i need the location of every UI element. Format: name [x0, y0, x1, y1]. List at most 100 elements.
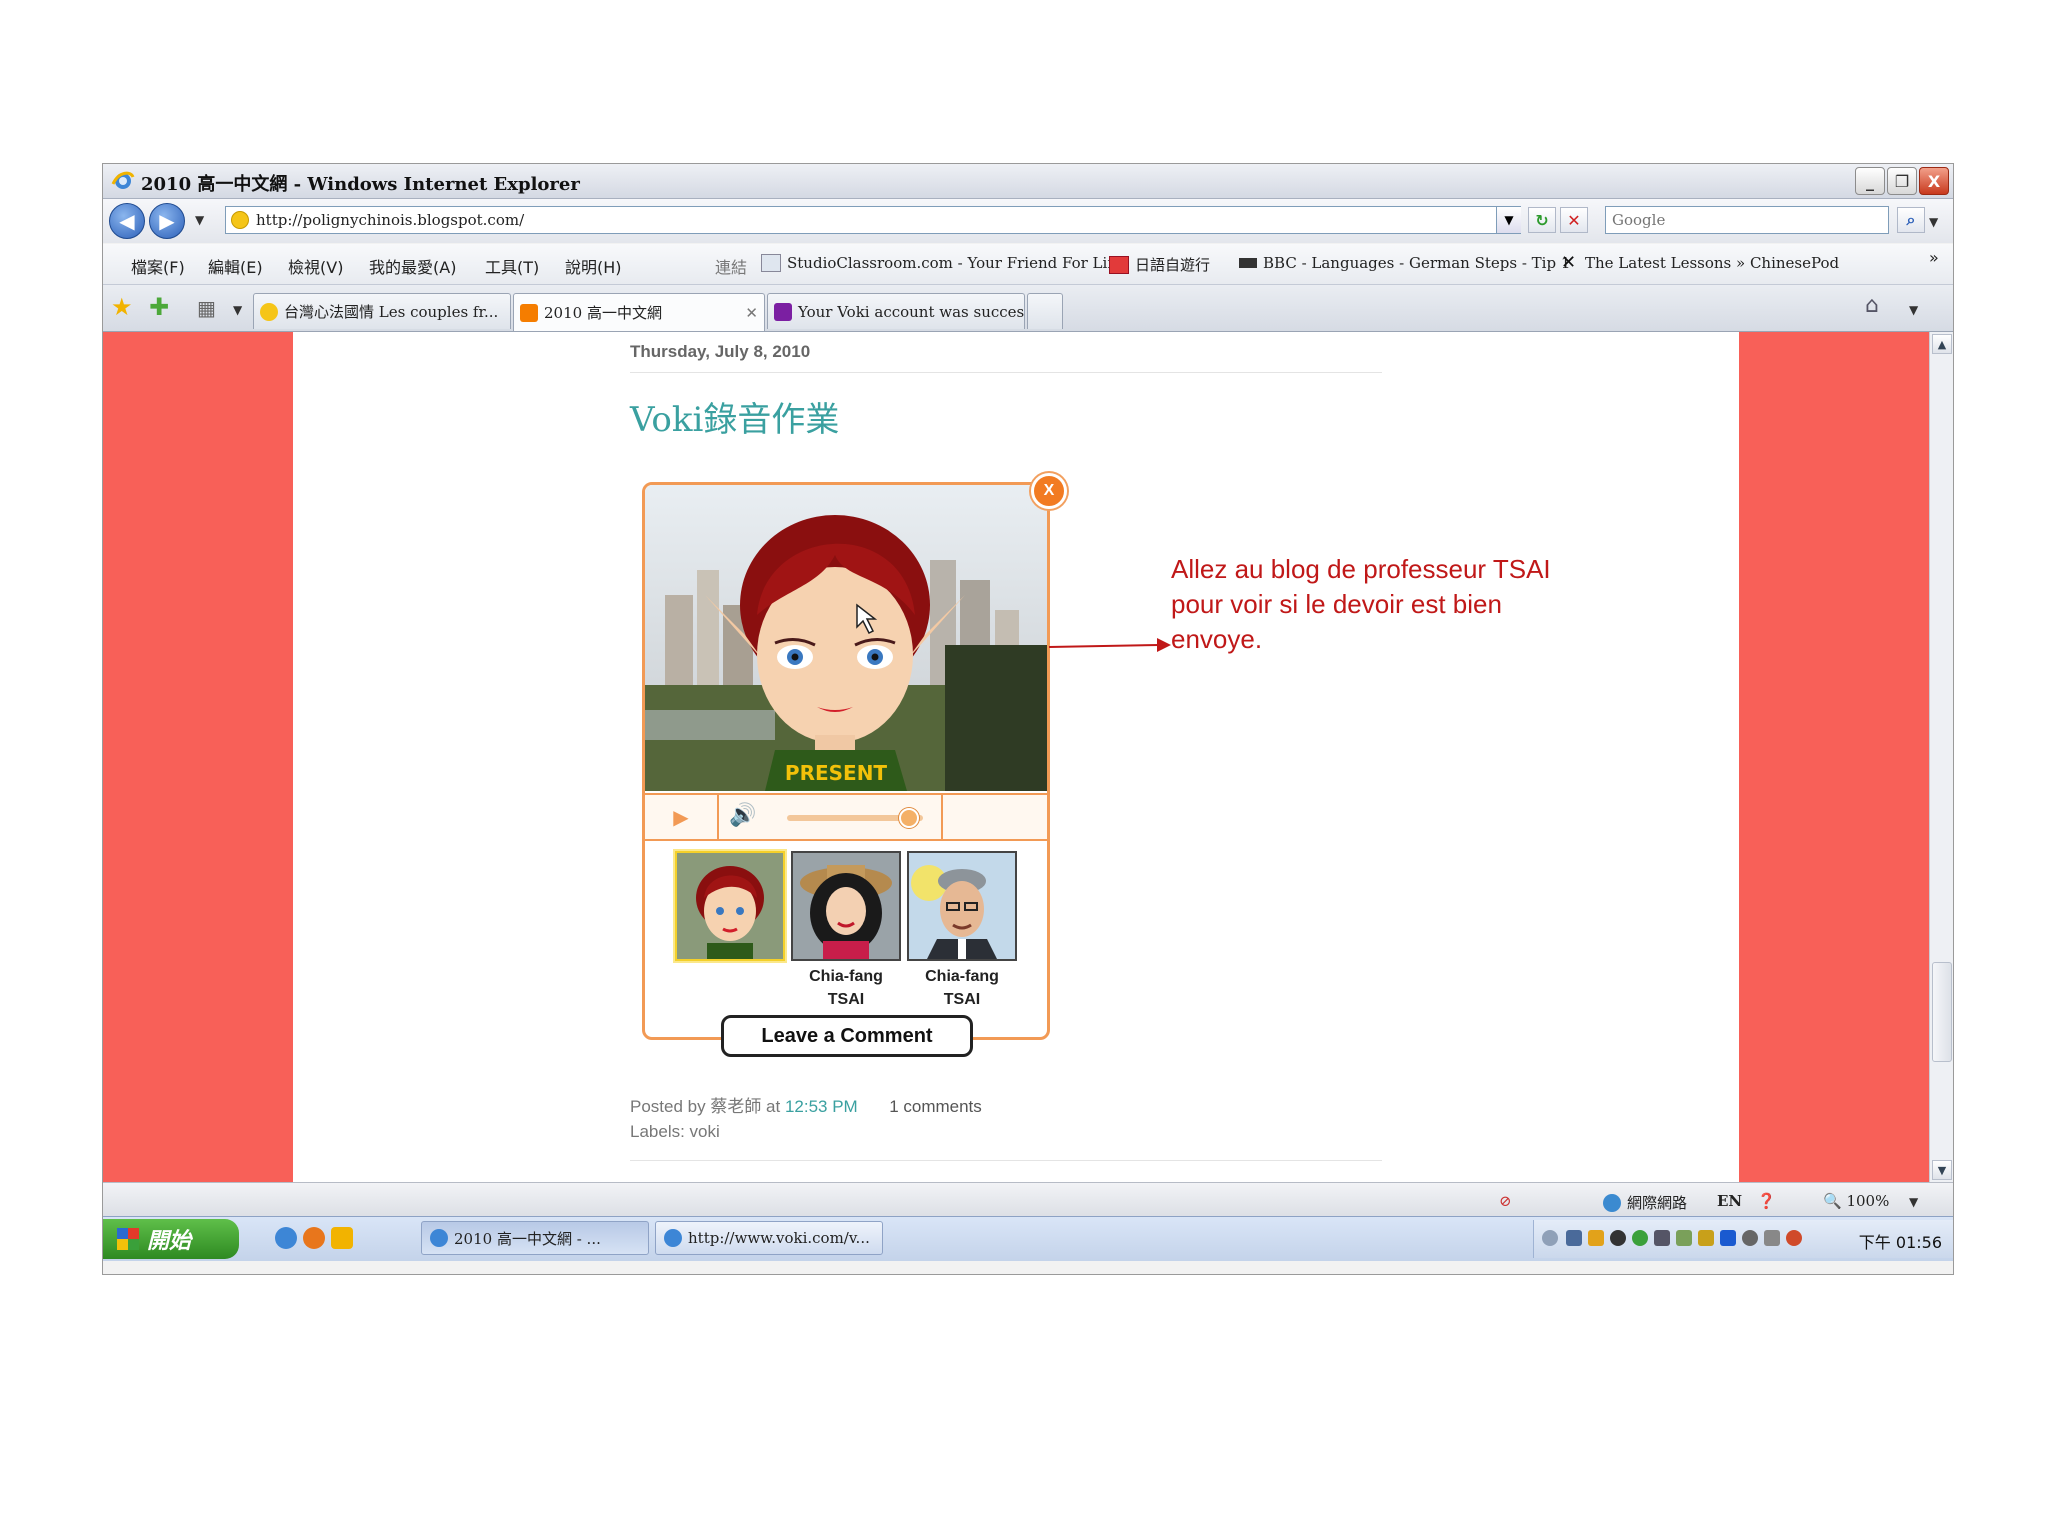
menu-file[interactable]: 檔案(F)	[131, 254, 185, 278]
link-label: BBC - Languages - German Steps - Tip 1	[1263, 254, 1571, 272]
link-studioclassroom[interactable]: StudioClassroom.com - Your Friend For Li…	[761, 254, 1122, 272]
annotation-text: Allez au blog de professeur TSAI pour vo…	[1171, 552, 1631, 657]
volume-slider-handle[interactable]	[899, 808, 920, 828]
tray-app-icon[interactable]	[1588, 1230, 1604, 1246]
close-window-button[interactable]: X	[1919, 167, 1949, 195]
annotation-line: Allez au blog de professeur TSAI	[1171, 554, 1551, 584]
tray-network-icon[interactable]	[1654, 1230, 1670, 1246]
tab-taiwan[interactable]: 台灣心法國情 Les couples fr...	[253, 293, 511, 329]
stop-icon[interactable]: ✕	[1560, 207, 1588, 233]
link-bbc[interactable]: BBC - Languages - German Steps - Tip 1	[1239, 254, 1570, 272]
clock: 下午 01:56	[1858, 1233, 1942, 1252]
thumbnail-last-name: TSAI	[943, 991, 981, 1008]
zoom-icon: 🔍	[1823, 1192, 1842, 1210]
address-field[interactable]: http://polignychinois.blogspot.com/	[225, 206, 1521, 234]
add-favorites-icon[interactable]: ✚	[149, 293, 169, 321]
bluetooth-icon[interactable]	[1720, 1230, 1736, 1246]
quick-tabs-icon[interactable]: ▦	[197, 296, 216, 320]
forward-button[interactable]: ▶	[149, 203, 185, 239]
search-input[interactable]	[1606, 207, 1888, 233]
volume-icon[interactable]: 🔊	[729, 803, 756, 828]
window-title-bar: 2010 高一中文網 - Windows Internet Explorer _…	[103, 164, 1953, 199]
tray-app-icon[interactable]	[1786, 1230, 1802, 1246]
links-label: 連結	[715, 258, 748, 277]
divider	[941, 795, 943, 839]
start-label: 開始	[147, 1229, 192, 1254]
favorites-star-icon[interactable]: ★	[111, 293, 133, 321]
language-indicator[interactable]: EN	[1717, 1192, 1742, 1210]
history-dropdown-icon[interactable]: ▼	[195, 213, 204, 227]
tray-app-icon[interactable]	[1742, 1230, 1758, 1246]
voki-avatar-scene[interactable]: PRESENT	[645, 485, 1047, 791]
restore-button[interactable]: ❐	[1887, 167, 1917, 195]
zoom-dropdown-icon[interactable]: ▼	[1909, 1195, 1918, 1209]
tray-app-icon[interactable]	[1632, 1230, 1648, 1246]
tab-list-dropdown-icon[interactable]: ▼	[233, 303, 242, 317]
tray-app-icon[interactable]	[1566, 1230, 1582, 1246]
zoom-value: 100%	[1846, 1192, 1890, 1210]
link-chinesepod[interactable]: ✕ The Latest Lessons » ChinesePod	[1561, 254, 1839, 273]
voki-thumbnail[interactable]	[675, 851, 785, 961]
menu-tools[interactable]: 工具(T)	[485, 254, 539, 278]
divider	[630, 372, 1382, 373]
post-time-link[interactable]: 12:53 PM	[785, 1097, 858, 1116]
voki-thumbnail[interactable]	[907, 851, 1017, 961]
back-button[interactable]: ◀	[109, 203, 145, 239]
internet-explorer-icon	[664, 1229, 682, 1247]
vertical-scrollbar[interactable]: ▲ ▼	[1929, 332, 1953, 1182]
firefox-icon[interactable]	[303, 1227, 325, 1249]
menu-edit[interactable]: 編輯(E)	[208, 254, 263, 278]
page-viewport: Thursday, July 8, 2010 Voki錄音作業 PRESENT …	[103, 332, 1929, 1182]
new-tab-button[interactable]	[1027, 293, 1063, 329]
thumbnail-first-name: Chia-fang	[925, 968, 999, 985]
scrollbar-thumb[interactable]	[1932, 962, 1952, 1062]
tab-voki[interactable]: Your Voki account was succes...	[767, 293, 1025, 329]
volume-slider[interactable]	[787, 808, 923, 828]
tray-expand-icon[interactable]	[1542, 1230, 1558, 1246]
search-field[interactable]	[1605, 206, 1889, 234]
voki-close-button[interactable]: X	[1031, 473, 1067, 509]
links-overflow-icon[interactable]: »	[1929, 248, 1939, 267]
zoom-level[interactable]: 🔍 100%	[1823, 1192, 1889, 1210]
start-button[interactable]: 開始	[103, 1219, 239, 1259]
home-icon[interactable]: ⌂	[1865, 293, 1879, 318]
tray-signal-icon[interactable]	[1676, 1230, 1692, 1246]
home-dropdown-icon[interactable]: ▼	[1909, 303, 1918, 317]
comments-link[interactable]: 1 comments	[889, 1097, 982, 1116]
voki-avatar-image: PRESENT	[645, 485, 1047, 791]
play-icon[interactable]: ▶	[645, 795, 719, 839]
tab-close-icon[interactable]: ✕	[745, 304, 758, 322]
outlook-icon[interactable]	[331, 1227, 353, 1249]
taskbar-ie-voki[interactable]: http://www.voki.com/v...	[655, 1221, 883, 1255]
help-icon[interactable]: ❓	[1757, 1192, 1776, 1210]
menu-view[interactable]: 檢視(V)	[288, 254, 343, 278]
window-title: 2010 高一中文網 - Windows Internet Explorer	[141, 174, 580, 195]
scroll-up-icon[interactable]: ▲	[1932, 334, 1952, 354]
link-japanese[interactable]: 日語自遊行	[1109, 254, 1210, 275]
search-options-icon[interactable]: ▼	[1929, 215, 1938, 229]
voki-thumbnail[interactable]	[791, 851, 901, 961]
scroll-down-icon[interactable]: ▼	[1932, 1160, 1952, 1180]
tray-app-icon[interactable]	[1698, 1230, 1714, 1246]
menu-favorites[interactable]: 我的最愛(A)	[369, 254, 456, 278]
keyboard-icon	[1109, 255, 1129, 274]
post-title[interactable]: Voki錄音作業	[630, 392, 839, 441]
internet-explorer-icon	[111, 171, 135, 189]
globe-icon	[1603, 1193, 1621, 1212]
taskbar-ie-blog[interactable]: 2010 高一中文網 - ...	[421, 1221, 649, 1255]
search-icon[interactable]: ⌕	[1897, 207, 1925, 233]
minimize-button[interactable]: _	[1855, 167, 1885, 195]
post-labels[interactable]: Labels: voki	[630, 1122, 720, 1142]
popup-blocker-icon[interactable]: ⊘	[1499, 1192, 1512, 1210]
leave-comment-button[interactable]: Leave a Comment	[721, 1015, 973, 1057]
tray-media-icon[interactable]	[1610, 1230, 1626, 1246]
voki-controls: ▶ 🔊	[645, 793, 1047, 841]
tab-blog[interactable]: 2010 高一中文網 ✕	[513, 293, 765, 331]
menu-help[interactable]: 說明(H)	[565, 254, 622, 278]
annotation-arrow	[1049, 638, 1171, 652]
refresh-icon[interactable]: ↻	[1528, 207, 1556, 233]
address-dropdown-icon[interactable]: ▼	[1496, 207, 1521, 233]
page-icon	[260, 302, 278, 321]
volume-icon[interactable]	[1764, 1230, 1780, 1246]
internet-explorer-icon[interactable]	[275, 1227, 297, 1249]
